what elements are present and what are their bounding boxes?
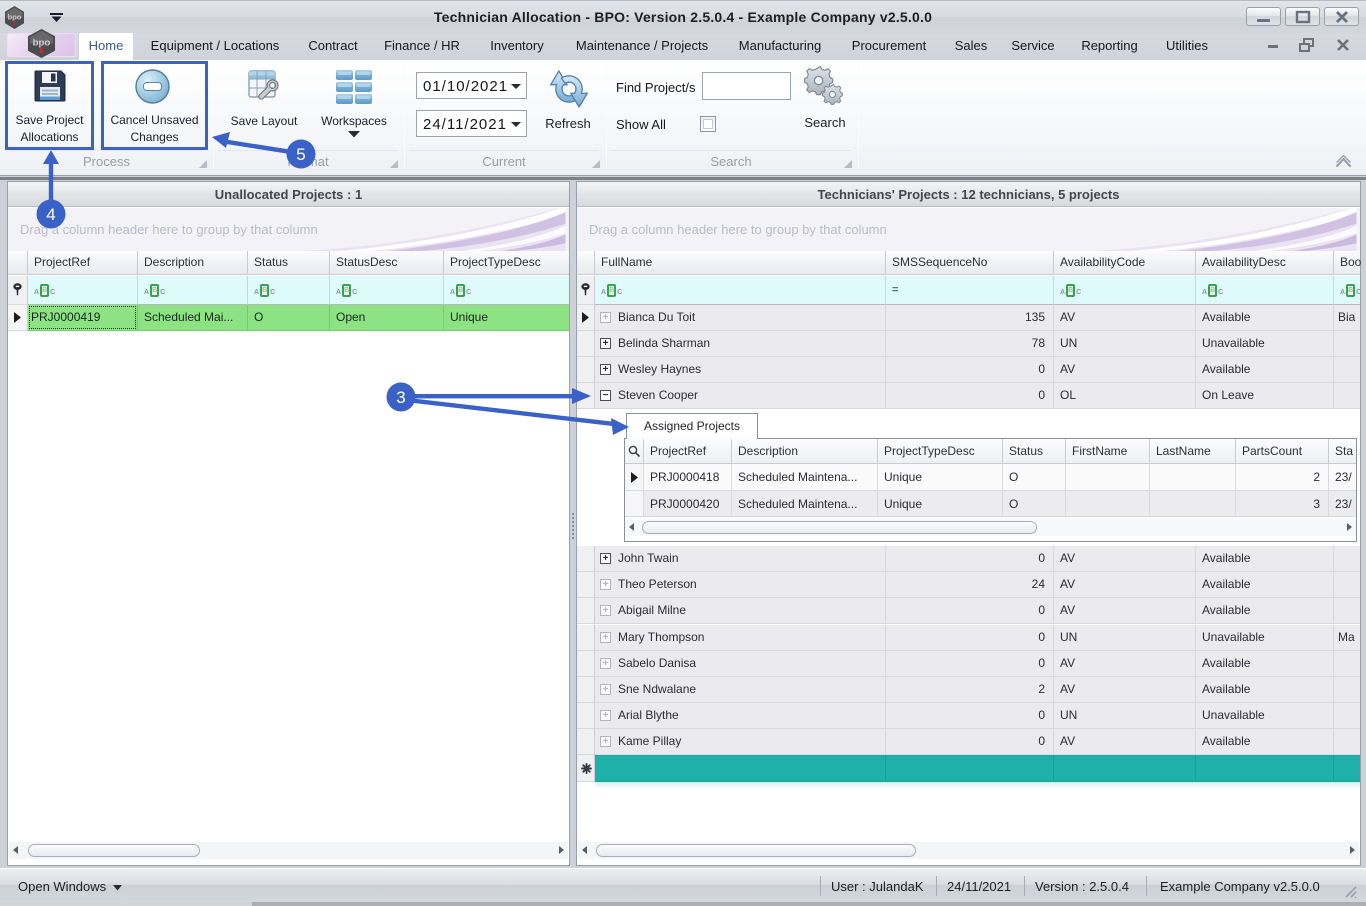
svg-text:bpo: bpo <box>33 38 51 48</box>
